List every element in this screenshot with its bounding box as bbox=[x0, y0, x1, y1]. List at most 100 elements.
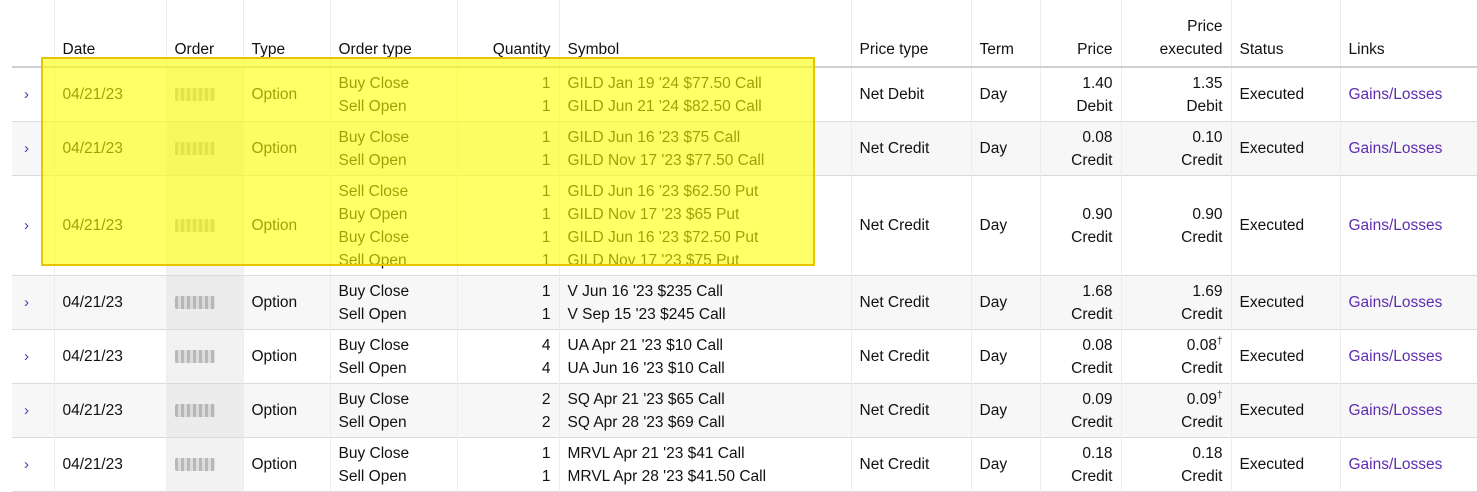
table-row[interactable]: › 04/21/23 Option Buy Close Sell Open 1 1 GILD … bbox=[12, 121, 1477, 176]
order-type: Buy Close bbox=[338, 282, 410, 300]
term-cell: Day bbox=[970, 67, 1040, 122]
symbol-cell: GILD Jun 16 '23 $62.50 Put GILD Nov 17 '2… bbox=[558, 175, 851, 276]
symbol-cell: V Jun 16 '23 $235 Call V Sep 15 '23 $245 … bbox=[558, 275, 851, 330]
price-cell: 1.40 Debit bbox=[1039, 67, 1121, 122]
quantity: 2 bbox=[541, 413, 551, 431]
table-header-row: Date Order Type Order type Quantity Symb… bbox=[12, 0, 1477, 68]
gains-losses-link[interactable]: Gains/Losses bbox=[1349, 348, 1443, 365]
chevron-right-icon[interactable]: › bbox=[20, 140, 29, 157]
price-executed-value: 1.35 bbox=[1192, 74, 1223, 92]
orders-table-container: Date Order Type Order type Quantity Symb… bbox=[12, 0, 1477, 492]
status-cell: Executed bbox=[1230, 383, 1340, 438]
order-number-cell bbox=[165, 383, 243, 438]
chevron-right-icon[interactable]: › bbox=[20, 348, 29, 365]
gains-losses-link[interactable]: Gains/Losses bbox=[1349, 402, 1443, 419]
gains-losses-link[interactable]: Gains/Losses bbox=[1349, 456, 1443, 473]
gains-losses-link[interactable]: Gains/Losses bbox=[1349, 294, 1443, 311]
symbol: GILD Jun 21 '24 $82.50 Call bbox=[567, 97, 762, 115]
column-header-price-executed[interactable]: Price executed bbox=[1120, 0, 1231, 68]
table-row[interactable]: › 04/21/23 Option Buy Close Sell Open 1 1 V Jun… bbox=[12, 275, 1477, 330]
order-number-cell bbox=[165, 329, 243, 384]
symbol: GILD Nov 17 '23 $77.50 Call bbox=[567, 151, 765, 169]
price-unit: Credit bbox=[1071, 413, 1113, 431]
column-header-status[interactable]: Status bbox=[1230, 0, 1340, 68]
column-header-symbol[interactable]: Symbol bbox=[558, 0, 851, 68]
status-cell: Executed bbox=[1230, 67, 1340, 122]
term-cell: Day bbox=[970, 175, 1040, 276]
expand-cell: › bbox=[12, 276, 54, 330]
table-row[interactable]: › 04/21/23 Option Buy Close Sell Open 1 1 GILD … bbox=[12, 67, 1477, 122]
price-cell: 0.09 Credit bbox=[1039, 383, 1121, 438]
links-cell: Gains/Losses bbox=[1339, 67, 1477, 122]
chevron-right-icon[interactable]: › bbox=[20, 86, 29, 103]
price-executed-value-line: 0.08† bbox=[1130, 334, 1223, 357]
price-cell: 0.90 Credit bbox=[1039, 175, 1121, 276]
symbol: UA Jun 16 '23 $10 Call bbox=[567, 359, 725, 377]
order-type: Buy Close bbox=[338, 336, 410, 354]
chevron-right-icon[interactable]: › bbox=[20, 294, 29, 311]
type-cell: Option bbox=[242, 67, 330, 122]
type-cell: Option bbox=[242, 121, 330, 176]
symbol-cell: UA Apr 21 '23 $10 Call UA Jun 16 '23 $10 … bbox=[558, 329, 851, 384]
price-executed-cell: 0.10 Credit bbox=[1120, 121, 1231, 176]
order-type: Sell Open bbox=[338, 467, 407, 485]
price-type-cell: Net Credit bbox=[850, 383, 971, 438]
column-header-term[interactable]: Term bbox=[970, 0, 1040, 68]
redacted-order-number bbox=[174, 404, 215, 418]
table-row[interactable]: › 04/21/23 Option Sell Close Buy Open Buy Clo… bbox=[12, 175, 1477, 276]
price-executed-unit: Debit bbox=[1186, 97, 1223, 115]
chevron-right-icon[interactable]: › bbox=[20, 402, 29, 419]
price-executed-value: 0.18 bbox=[1192, 444, 1223, 462]
symbol: SQ Apr 28 '23 $69 Call bbox=[567, 413, 725, 431]
price-executed-cell: 0.08† Credit bbox=[1120, 329, 1231, 384]
symbol: SQ Apr 21 '23 $65 Call bbox=[567, 390, 725, 408]
price-executed-cell: 0.90 Credit bbox=[1120, 175, 1231, 276]
quantity: 4 bbox=[541, 359, 551, 377]
date-cell: 04/21/23 bbox=[53, 275, 166, 330]
column-header-order-type[interactable]: Order type bbox=[329, 0, 457, 68]
orders-table: Date Order Type Order type Quantity Symb… bbox=[12, 0, 1477, 492]
quantity: 1 bbox=[541, 282, 551, 300]
gains-losses-link[interactable]: Gains/Losses bbox=[1349, 86, 1443, 103]
chevron-right-icon[interactable]: › bbox=[20, 456, 29, 473]
quantity: 1 bbox=[541, 151, 551, 169]
table-row[interactable]: › 04/21/23 Option Buy Close Sell Open 1 1 MRVL … bbox=[12, 437, 1477, 492]
column-header-quantity[interactable]: Quantity bbox=[456, 0, 559, 68]
expand-cell: › bbox=[12, 67, 54, 122]
links-cell: Gains/Losses bbox=[1339, 329, 1477, 384]
table-row[interactable]: › 04/21/23 Option Buy Close Sell Open 2 2 SQ Ap… bbox=[12, 383, 1477, 438]
term-cell: Day bbox=[970, 121, 1040, 176]
column-header-price-type[interactable]: Price type bbox=[850, 0, 971, 68]
expand-cell: › bbox=[12, 330, 54, 384]
expand-cell: › bbox=[12, 176, 54, 276]
symbol-cell: GILD Jan 19 '24 $77.50 Call GILD Jun 21 '… bbox=[558, 67, 851, 122]
column-header-date[interactable]: Date bbox=[53, 0, 166, 68]
price-executed-footnote-mark: † bbox=[1216, 335, 1223, 347]
gains-losses-link[interactable]: Gains/Losses bbox=[1349, 217, 1443, 234]
column-header-type[interactable]: Type bbox=[242, 0, 330, 68]
price-executed-unit: Credit bbox=[1181, 359, 1223, 377]
chevron-right-icon[interactable]: › bbox=[20, 217, 29, 234]
price-executed-cell: 0.18 Credit bbox=[1120, 437, 1231, 492]
column-header-price[interactable]: Price bbox=[1039, 0, 1121, 68]
price-executed-cell: 1.69 Credit bbox=[1120, 275, 1231, 330]
price-cell: 0.18 Credit bbox=[1039, 437, 1121, 492]
quantity: 1 bbox=[541, 97, 551, 115]
price-executed-cell: 1.35 Debit bbox=[1120, 67, 1231, 122]
date-cell: 04/21/23 bbox=[53, 67, 166, 122]
quantity: 1 bbox=[541, 205, 551, 223]
table-row[interactable]: › 04/21/23 Option Buy Close Sell Open 4 4 UA Ap… bbox=[12, 329, 1477, 384]
column-header-links: Links bbox=[1339, 0, 1477, 68]
price-executed-unit: Credit bbox=[1181, 467, 1223, 485]
column-header-order[interactable]: Order bbox=[165, 0, 243, 68]
order-type: Sell Open bbox=[338, 359, 407, 377]
order-type: Buy Close bbox=[338, 390, 410, 408]
quantity-cell: 44 bbox=[456, 329, 559, 384]
price-executed-unit: Credit bbox=[1181, 305, 1223, 323]
price-unit: Credit bbox=[1071, 467, 1113, 485]
gains-losses-link[interactable]: Gains/Losses bbox=[1349, 140, 1443, 157]
links-cell: Gains/Losses bbox=[1339, 383, 1477, 438]
column-header-price-executed-line2: executed bbox=[1159, 41, 1223, 58]
order-type: Sell Open bbox=[338, 151, 407, 169]
order-type-cell: Buy Close Sell Open bbox=[329, 275, 457, 330]
